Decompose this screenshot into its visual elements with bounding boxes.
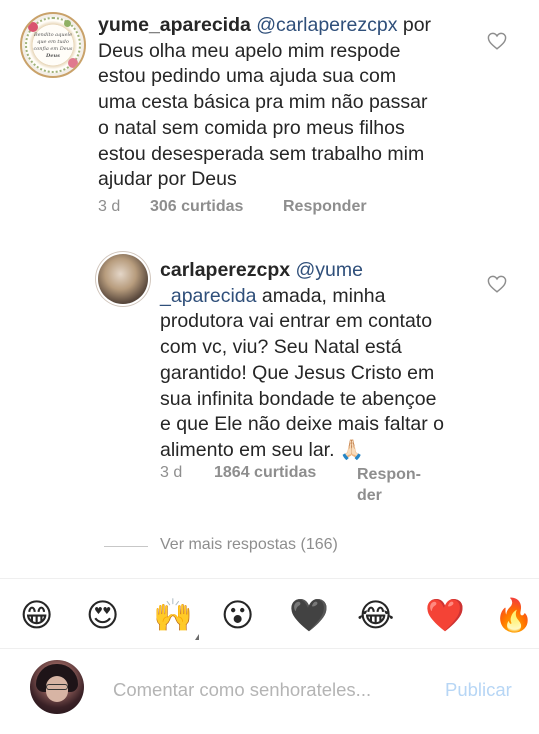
avatar-quote: Bendito aquele que em tudo confia em Deu… xyxy=(33,32,73,59)
like-heart-icon[interactable] xyxy=(487,32,507,50)
reply-text: garantido! Que Jesus Cristo em xyxy=(160,361,435,384)
avatar-yume-aparecida[interactable]: Bendito aquele que em tudo confia em Deu… xyxy=(20,12,86,78)
reply-text: e que Ele não deixe mais faltar o xyxy=(160,413,445,436)
red-heart-icon[interactable]: ❤️ xyxy=(425,597,465,633)
reply-button[interactable]: Respon-der xyxy=(357,464,421,506)
reply-text: produtora vai entrar em contato xyxy=(160,310,433,333)
flower-decoration xyxy=(28,22,38,32)
comment-text: por xyxy=(397,14,432,36)
reply-text: sua infinita bondade te abençoe xyxy=(160,387,437,410)
mention-link[interactable]: @yume xyxy=(296,259,363,281)
surprised-face-icon[interactable]: 😮 xyxy=(221,597,254,633)
comment-text: estou desesperada sem trabalho mim xyxy=(98,142,425,165)
comment-text: ajudar por Deus xyxy=(98,168,237,191)
avatar-current-user xyxy=(30,660,84,714)
comment-text: uma cesta básica pra mim não passar xyxy=(98,91,428,114)
comment-text: estou pedindo uma ajuda sua com xyxy=(98,65,397,88)
mention-link[interactable]: @carlaperezcpx xyxy=(256,14,397,36)
comment-time: 3 d xyxy=(98,198,121,215)
divider-line xyxy=(104,546,148,547)
comment-input[interactable]: Comentar como senhorateles... xyxy=(113,679,371,701)
reply-button[interactable]: Responder xyxy=(283,198,367,216)
black-heart-icon[interactable]: 🖤 xyxy=(289,597,329,633)
reply-time: 3 d xyxy=(160,464,183,481)
likes-count[interactable]: 1864 curtidas xyxy=(214,464,316,482)
tears-of-joy-icon[interactable]: 😂 xyxy=(357,597,394,633)
reply-username[interactable]: carlaperezcpx xyxy=(160,259,290,281)
reply-text: com vc, viu? Seu Natal está xyxy=(160,336,402,359)
avatar-glasses xyxy=(46,684,68,690)
comment-yume: Bendito aquele que em tudo confia em Deu… xyxy=(0,0,539,230)
comment-username[interactable]: yume_aparecida xyxy=(98,14,251,36)
reply-body: carlaperezcpx @yume _aparecida amada, mi… xyxy=(160,258,490,464)
emoji-quick-bar: 😁 😍 🙌 😮 🖤 😂 ❤️ 🔥 xyxy=(0,578,539,648)
view-more-label[interactable]: Ver mais respostas (166) xyxy=(160,536,338,554)
avatar-carlaperezcpx[interactable] xyxy=(98,254,148,304)
raising-hands-icon[interactable]: 🙌 xyxy=(153,597,193,633)
leaf-decoration xyxy=(64,20,71,27)
grinning-face-icon[interactable]: 😁 xyxy=(20,597,53,633)
like-heart-icon[interactable] xyxy=(487,275,507,293)
reply-text: amada, minha xyxy=(256,284,386,307)
heart-eyes-icon[interactable]: 😍 xyxy=(86,597,119,633)
comment-text: Deus olha meu apelo mim respode xyxy=(98,39,401,62)
variant-caret-icon xyxy=(195,634,199,640)
likes-count[interactable]: 306 curtidas xyxy=(150,198,243,216)
reply-text: alimento em seu lar. 🙏🏻 xyxy=(160,438,365,461)
comment-text: o natal sem comida pro meus filhos xyxy=(98,116,405,139)
fire-icon[interactable]: 🔥 xyxy=(494,597,534,633)
mention-link[interactable]: _aparecida xyxy=(160,285,257,307)
comment-body: yume_aparecida @carlaperezcpx por Deus o… xyxy=(98,13,498,193)
publish-button[interactable]: Publicar xyxy=(445,679,512,701)
